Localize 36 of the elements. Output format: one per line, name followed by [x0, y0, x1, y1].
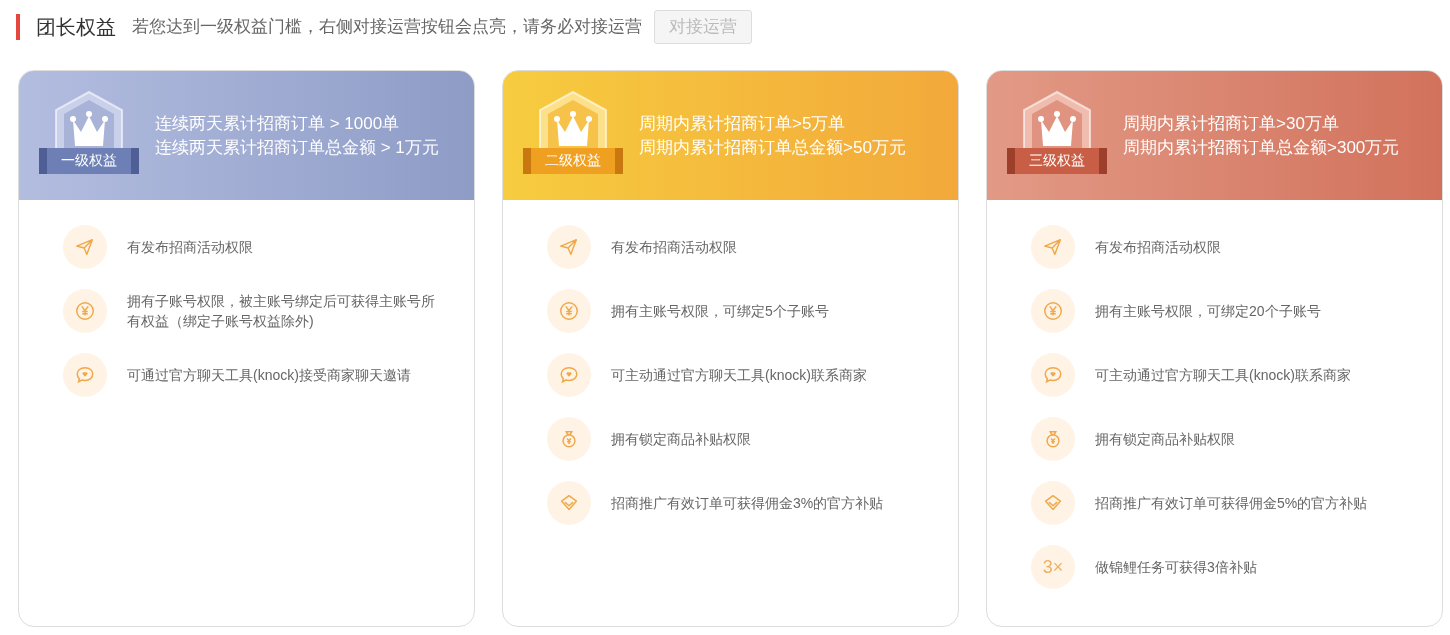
condition-text: 周期内累计招商订单总金额>300万元	[1123, 136, 1400, 159]
condition-text: 周期内累计招商订单>5万单	[639, 112, 847, 135]
condition-text: 连续两天累计招商订单 > 1000单	[155, 112, 401, 135]
yen-icon	[74, 300, 96, 322]
benefit-text: 做锦鲤任务可获得3倍补贴	[1095, 558, 1257, 577]
benefit-text: 招商推广有效订单可获得佣金3%的官方补贴	[611, 494, 884, 513]
benefit-text: 有发布招商活动权限	[1095, 238, 1221, 257]
yen-icon	[1042, 300, 1064, 322]
benefit-text: 可主动通过官方聊天工具(knock)联系商家	[1095, 366, 1351, 385]
benefit-text: 拥有锁定商品补贴权限	[611, 430, 751, 449]
benefit-text: 招商推广有效订单可获得佣金5%的官方补贴	[1095, 494, 1368, 513]
benefit-text: 拥有主账号权限，可绑定20个子账号	[1095, 302, 1321, 321]
benefit-text: 可通过官方聊天工具(knock)接受商家聊天邀请	[127, 366, 411, 385]
multiplier-icon: 3×	[1031, 545, 1075, 589]
condition-text: 连续两天累计招商订单总金额 > 1万元	[155, 136, 439, 159]
benefit-text: 拥有子账号权限，被主账号绑定后可获得主账号所有权益（绑定子账号权益除外)	[127, 292, 436, 331]
condition-text: 周期内累计招商订单>30万单	[1123, 112, 1340, 135]
ribbon-label: 一级权益	[39, 147, 139, 174]
paper-plane-icon	[558, 236, 580, 258]
ribbon-label: 三级权益	[1007, 147, 1107, 174]
paper-plane-icon	[74, 236, 96, 258]
condition-text: 周期内累计招商订单总金额>50万元	[639, 136, 906, 159]
chat-bubble-icon	[74, 364, 96, 386]
section-description: 若您达到一级权益门槛，右侧对接运营按钮会点亮，请务必对接运营	[132, 16, 642, 39]
chat-bubble-icon	[1042, 364, 1064, 386]
section-title: 团长权益	[36, 15, 116, 40]
benefit-text: 有发布招商活动权限	[127, 238, 253, 257]
paper-plane-icon	[1042, 236, 1064, 258]
ribbon-label: 二级权益	[523, 147, 623, 174]
benefit-text: 可主动通过官方聊天工具(knock)联系商家	[611, 366, 867, 385]
benefit-text: 有发布招商活动权限	[611, 238, 737, 257]
chat-bubble-icon	[558, 364, 580, 386]
yen-icon	[558, 300, 580, 322]
accent-bar	[16, 14, 20, 40]
benefit-text: 拥有锁定商品补贴权限	[1095, 430, 1235, 449]
benefit-text: 拥有主账号权限，可绑定5个子账号	[611, 302, 829, 321]
